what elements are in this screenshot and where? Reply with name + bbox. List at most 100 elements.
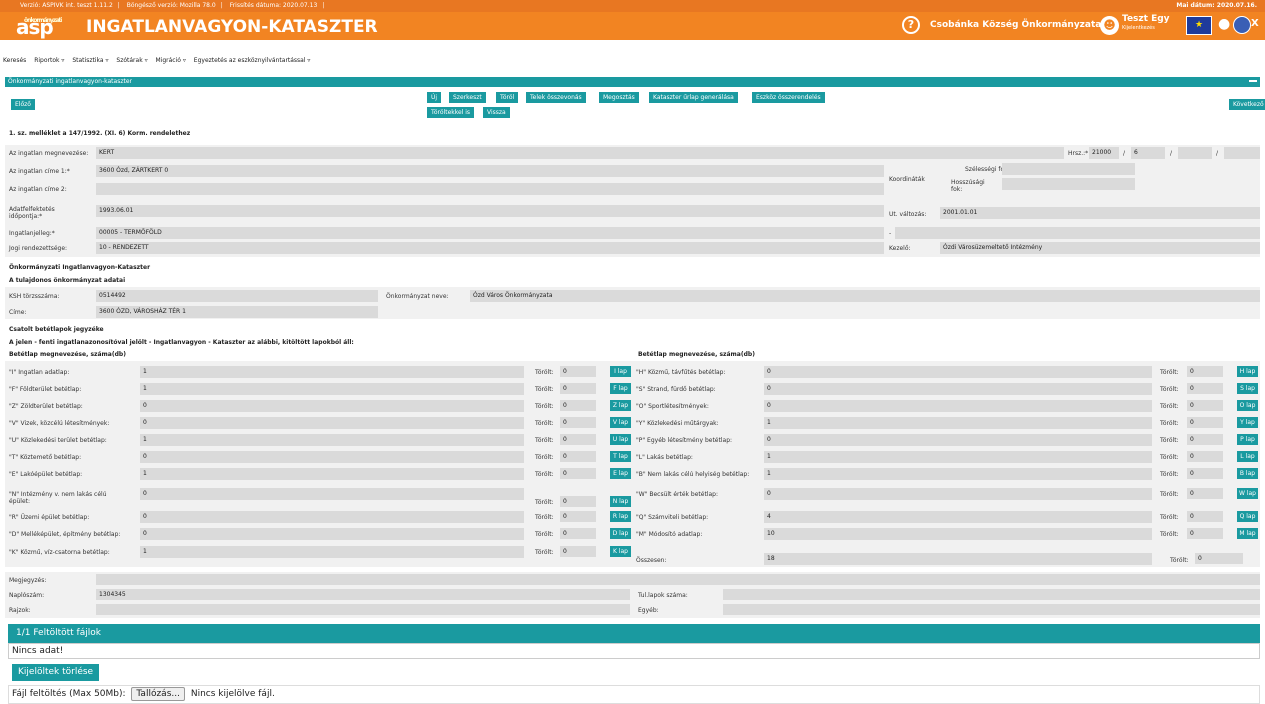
- asset-link-button[interactable]: Eszköz összerendelés: [752, 92, 825, 103]
- left-lap-deleted[interactable]: 0: [560, 366, 596, 377]
- right-lap-count[interactable]: 0: [764, 366, 1152, 378]
- right-lap-count[interactable]: 1: [764, 451, 1152, 463]
- left-lap-button[interactable]: N lap: [610, 496, 631, 507]
- left-lap-count[interactable]: 1: [140, 468, 524, 480]
- right-lap-button[interactable]: O lap: [1237, 400, 1258, 411]
- right-lap-button[interactable]: P lap: [1237, 434, 1258, 445]
- jelleg-extra[interactable]: [895, 227, 1260, 239]
- kezelo-value[interactable]: Ózdi Városüzemeltető Intézmény: [940, 242, 1260, 254]
- menu-reports[interactable]: Riportok ▿: [34, 57, 64, 64]
- left-lap-count[interactable]: 1: [140, 546, 524, 558]
- note-value[interactable]: [96, 574, 1260, 585]
- left-lap-count[interactable]: 0: [140, 488, 524, 500]
- lat-value[interactable]: [1002, 163, 1135, 175]
- browse-button[interactable]: Tallózás...: [131, 687, 185, 701]
- left-lap-button[interactable]: U lap: [610, 434, 631, 445]
- ksh-value[interactable]: 0514492: [96, 290, 378, 302]
- left-lap-deleted[interactable]: 0: [560, 496, 596, 507]
- user-icon[interactable]: ☻: [1100, 16, 1119, 35]
- left-lap-deleted[interactable]: 0: [560, 451, 596, 462]
- right-lap-button[interactable]: S lap: [1237, 383, 1258, 394]
- left-lap-deleted[interactable]: 0: [560, 383, 596, 394]
- logout-link[interactable]: Kijelentkezés: [1122, 24, 1170, 33]
- left-lap-deleted[interactable]: 0: [560, 417, 596, 428]
- left-lap-deleted[interactable]: 0: [560, 528, 596, 539]
- right-lap-count[interactable]: 10: [764, 528, 1152, 540]
- left-lap-count[interactable]: 1: [140, 366, 524, 378]
- right-lap-count[interactable]: 0: [764, 488, 1152, 500]
- left-lap-count[interactable]: 1: [140, 383, 524, 395]
- ut-value[interactable]: 2001.01.01: [940, 207, 1260, 219]
- right-lap-deleted[interactable]: 0: [1187, 451, 1223, 462]
- left-lap-button[interactable]: D lap: [610, 528, 631, 539]
- left-lap-count[interactable]: 0: [140, 400, 524, 412]
- right-lap-count[interactable]: 0: [764, 434, 1152, 446]
- left-lap-deleted[interactable]: 0: [560, 400, 596, 411]
- help-icon[interactable]: ?: [902, 16, 920, 34]
- egyeb-value[interactable]: [723, 604, 1260, 615]
- left-lap-deleted[interactable]: 0: [560, 511, 596, 522]
- user-menu[interactable]: Teszt Egy Kijelentkezés: [1122, 15, 1170, 33]
- right-lap-button[interactable]: B lap: [1237, 468, 1258, 479]
- delete-button[interactable]: Töröl: [496, 92, 519, 103]
- delete-selected-button[interactable]: Kijelöltek törlése: [12, 664, 100, 681]
- right-lap-count[interactable]: 0: [764, 400, 1152, 412]
- date-value[interactable]: 1993.06.01: [96, 205, 884, 217]
- addr2-value[interactable]: [96, 183, 884, 195]
- right-lap-deleted[interactable]: 0: [1187, 400, 1223, 411]
- right-lap-deleted[interactable]: 0: [1187, 417, 1223, 428]
- right-lap-deleted[interactable]: 0: [1187, 488, 1223, 499]
- left-lap-button[interactable]: R lap: [610, 511, 631, 522]
- right-lap-count[interactable]: 0: [764, 383, 1152, 395]
- addr1-value[interactable]: 3600 Ózd, ZÁRTKERT 0: [96, 165, 884, 177]
- owner-name-value[interactable]: Ózd Város Önkormányzata: [470, 290, 1260, 302]
- right-lap-deleted[interactable]: 0: [1187, 511, 1223, 522]
- right-lap-button[interactable]: M lap: [1237, 528, 1258, 539]
- jogi-value[interactable]: 10 - RENDEZETT: [96, 242, 884, 254]
- left-lap-button[interactable]: T lap: [610, 451, 631, 462]
- menu-reconcile[interactable]: Egyeztetés az eszköznyilvántartással ▿: [194, 57, 311, 64]
- left-lap-button[interactable]: E lap: [610, 468, 631, 479]
- edit-button[interactable]: Szerkeszt: [449, 92, 486, 103]
- right-lap-button[interactable]: L lap: [1237, 451, 1258, 462]
- left-lap-deleted[interactable]: 0: [560, 434, 596, 445]
- menu-migration[interactable]: Migráció ▿: [156, 57, 186, 64]
- right-lap-count[interactable]: 4: [764, 511, 1152, 523]
- back-button[interactable]: Vissza: [483, 107, 510, 118]
- left-lap-count[interactable]: 0: [140, 451, 524, 463]
- rajzok-value[interactable]: [96, 604, 630, 615]
- right-lap-deleted[interactable]: 0: [1187, 468, 1223, 479]
- hrsz-main[interactable]: 21000: [1089, 147, 1119, 159]
- new-button[interactable]: Új: [427, 92, 442, 103]
- right-lap-deleted[interactable]: 0: [1187, 383, 1223, 394]
- left-lap-deleted[interactable]: 0: [560, 468, 596, 479]
- left-lap-count[interactable]: 0: [140, 417, 524, 429]
- with-deleted-button[interactable]: Töröltekkel is: [427, 107, 475, 118]
- right-lap-button[interactable]: Y lap: [1237, 417, 1258, 428]
- left-lap-button[interactable]: F lap: [610, 383, 631, 394]
- left-lap-count[interactable]: 0: [140, 528, 524, 540]
- right-lap-count[interactable]: 1: [764, 468, 1152, 480]
- split-button[interactable]: Megosztás: [599, 92, 639, 103]
- left-lap-button[interactable]: K lap: [610, 546, 631, 557]
- right-lap-button[interactable]: H lap: [1237, 366, 1258, 377]
- left-lap-button[interactable]: V lap: [610, 417, 631, 428]
- next-button[interactable]: Következő: [1229, 99, 1265, 110]
- hrsz-sub[interactable]: 6: [1131, 147, 1165, 159]
- hrsz-unit[interactable]: [1224, 147, 1260, 159]
- right-lap-button[interactable]: W lap: [1237, 488, 1258, 499]
- lon-value[interactable]: [1002, 178, 1135, 190]
- right-lap-deleted[interactable]: 0: [1187, 366, 1223, 377]
- left-lap-button[interactable]: Z lap: [610, 400, 631, 411]
- minimize-icon[interactable]: [1249, 80, 1257, 82]
- prev-button[interactable]: Előző: [11, 99, 35, 110]
- owner-addr-value[interactable]: 3600 ÓZD, VÁROSHÁZ TÉR 1: [96, 306, 378, 318]
- left-lap-button[interactable]: I lap: [610, 366, 631, 377]
- right-lap-deleted[interactable]: 0: [1187, 434, 1223, 445]
- merge-plot-button[interactable]: Telek összevonás: [526, 92, 586, 103]
- right-lap-count[interactable]: 1: [764, 417, 1152, 429]
- close-icon[interactable]: X: [1251, 18, 1259, 29]
- name-value[interactable]: KERT: [96, 147, 1064, 159]
- menu-statistics[interactable]: Statisztika ▿: [72, 57, 108, 64]
- left-lap-count[interactable]: 0: [140, 511, 524, 523]
